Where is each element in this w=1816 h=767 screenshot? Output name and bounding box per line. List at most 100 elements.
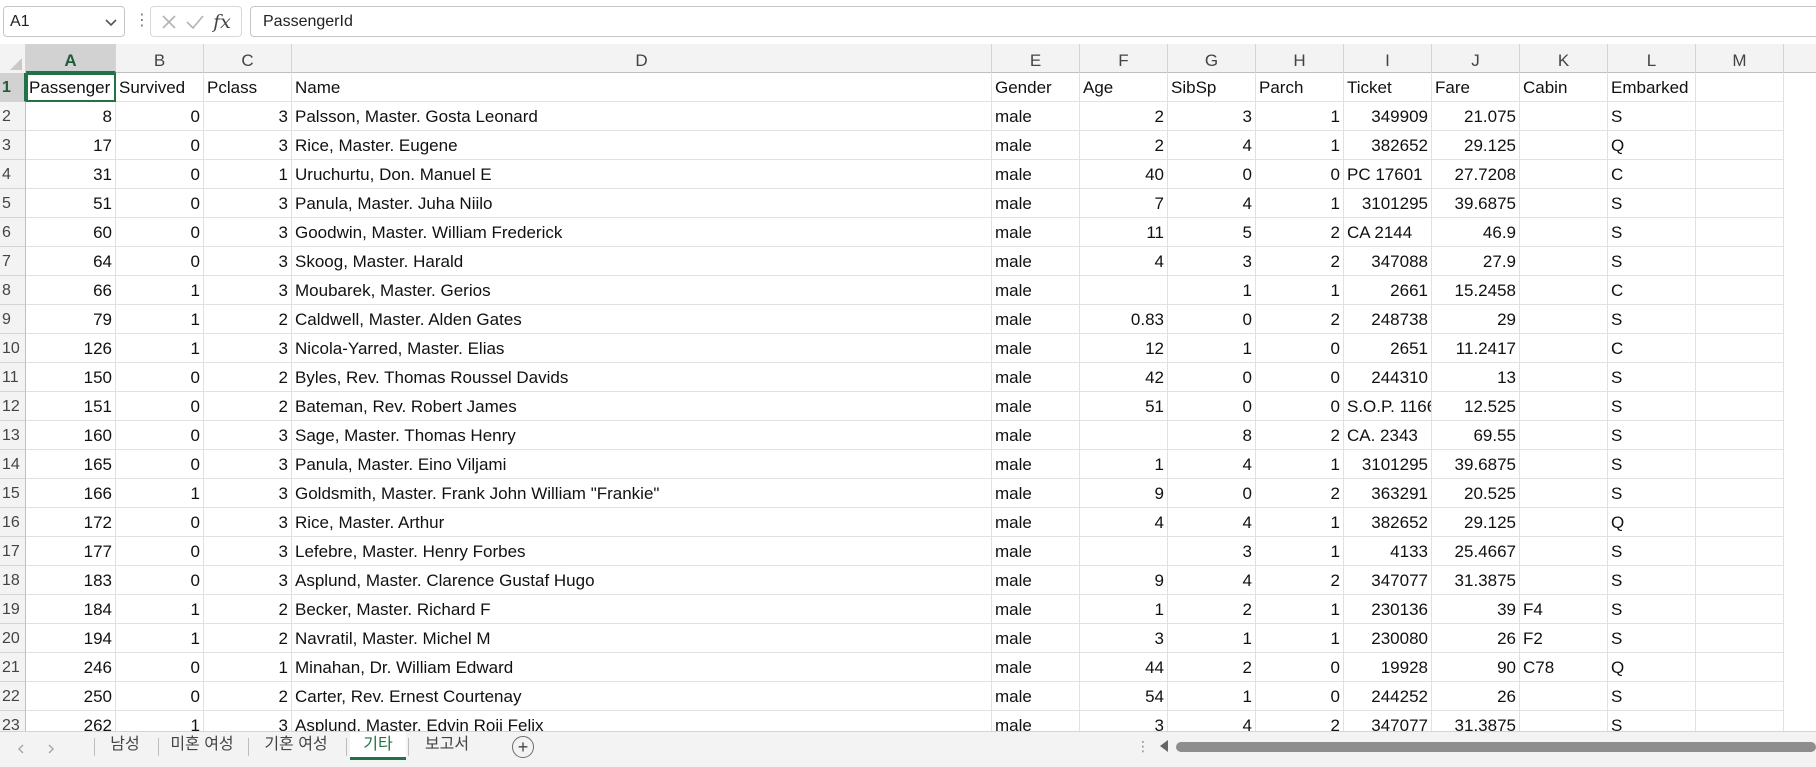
cell-e1[interactable]: Gender [992,73,1080,102]
cell-d18[interactable]: Asplund, Master. Clarence Gustaf Hugo [292,566,992,595]
cell-b7[interactable]: 0 [116,247,204,276]
cell-a22[interactable]: 250 [26,682,116,711]
cell-b16[interactable]: 0 [116,508,204,537]
cell-c1[interactable]: Pclass [204,73,292,102]
horizontal-scrollbar[interactable] [1176,742,1816,752]
cell-j21[interactable]: 90 [1432,653,1520,682]
row-header[interactable]: 4 [0,160,26,189]
cell-g13[interactable]: 8 [1168,421,1256,450]
cell-l22[interactable]: S [1608,682,1696,711]
scrollbar-grip-icon[interactable]: ⋮ [1136,738,1150,755]
cell-a16[interactable]: 172 [26,508,116,537]
cell-l16[interactable]: Q [1608,508,1696,537]
cell-d3[interactable]: Rice, Master. Eugene [292,131,992,160]
cell-h10[interactable]: 0 [1256,334,1344,363]
cell-h18[interactable]: 2 [1256,566,1344,595]
cell-l5[interactable]: S [1608,189,1696,218]
cell-l9[interactable]: S [1608,305,1696,334]
row-header[interactable]: 22 [0,682,26,711]
cell-h1[interactable]: Parch [1256,73,1344,102]
insert-function-icon[interactable]: fx [211,12,233,32]
cell-d22[interactable]: Carter, Rev. Ernest Courtenay [292,682,992,711]
cell-j12[interactable]: 12.525 [1432,392,1520,421]
cell-k21[interactable]: C78 [1520,653,1608,682]
cell-e9[interactable]: male [992,305,1080,334]
cell-j9[interactable]: 29 [1432,305,1520,334]
cell-i6[interactable]: CA 2144 [1344,218,1432,247]
cell-b20[interactable]: 1 [116,624,204,653]
row-header[interactable]: 8 [0,276,26,305]
cell-k10[interactable] [1520,334,1608,363]
cell-a21[interactable]: 246 [26,653,116,682]
cell-c12[interactable]: 2 [204,392,292,421]
cell-b17[interactable]: 0 [116,537,204,566]
cell-e23[interactable]: male [992,711,1080,731]
cell-d20[interactable]: Navratil, Master. Michel M [292,624,992,653]
cell-f12[interactable]: 51 [1080,392,1168,421]
cell-f7[interactable]: 4 [1080,247,1168,276]
add-sheet-button[interactable]: + [512,736,534,758]
cell-f18[interactable]: 9 [1080,566,1168,595]
row-header[interactable]: 18 [0,566,26,595]
cell-m18[interactable] [1696,566,1784,595]
cell-e3[interactable]: male [992,131,1080,160]
cell-k7[interactable] [1520,247,1608,276]
column-header-g[interactable]: G [1168,44,1256,73]
cell-i7[interactable]: 347088 [1344,247,1432,276]
cell-a8[interactable]: 66 [26,276,116,305]
cell-g2[interactable]: 3 [1168,102,1256,131]
cell-i2[interactable]: 349909 [1344,102,1432,131]
cell-c6[interactable]: 3 [204,218,292,247]
cell-d23[interactable]: Asplund, Master. Edvin Rojj Felix [292,711,992,731]
cell-d12[interactable]: Bateman, Rev. Robert James [292,392,992,421]
cell-e10[interactable]: male [992,334,1080,363]
cell-a18[interactable]: 183 [26,566,116,595]
cell-j10[interactable]: 11.2417 [1432,334,1520,363]
cell-f2[interactable]: 2 [1080,102,1168,131]
cell-m21[interactable] [1696,653,1784,682]
cell-l17[interactable]: S [1608,537,1696,566]
cell-g12[interactable]: 0 [1168,392,1256,421]
cell-j17[interactable]: 25.4667 [1432,537,1520,566]
cell-g5[interactable]: 4 [1168,189,1256,218]
sheet-tab[interactable]: 미혼 여성 [162,732,242,760]
cell-d9[interactable]: Caldwell, Master. Alden Gates [292,305,992,334]
cell-l1[interactable]: Embarked [1608,73,1696,102]
cell-j23[interactable]: 31.3875 [1432,711,1520,731]
cell-e15[interactable]: male [992,479,1080,508]
cell-f4[interactable]: 40 [1080,160,1168,189]
cell-d19[interactable]: Becker, Master. Richard F [292,595,992,624]
cell-g10[interactable]: 1 [1168,334,1256,363]
cell-d21[interactable]: Minahan, Dr. William Edward [292,653,992,682]
chevron-down-icon[interactable] [104,15,118,29]
cell-d15[interactable]: Goldsmith, Master. Frank John William "F… [292,479,992,508]
cell-m10[interactable] [1696,334,1784,363]
cell-f3[interactable]: 2 [1080,131,1168,160]
cell-c17[interactable]: 3 [204,537,292,566]
cell-h19[interactable]: 1 [1256,595,1344,624]
cell-f5[interactable]: 7 [1080,189,1168,218]
cell-b5[interactable]: 0 [116,189,204,218]
cell-k20[interactable]: F2 [1520,624,1608,653]
cell-c2[interactable]: 3 [204,102,292,131]
cell-a5[interactable]: 51 [26,189,116,218]
row-header[interactable]: 1 [0,73,26,102]
cell-l18[interactable]: S [1608,566,1696,595]
cell-a11[interactable]: 150 [26,363,116,392]
cell-c16[interactable]: 3 [204,508,292,537]
cell-a17[interactable]: 177 [26,537,116,566]
cell-k12[interactable] [1520,392,1608,421]
cell-a15[interactable]: 166 [26,479,116,508]
cell-d5[interactable]: Panula, Master. Juha Niilo [292,189,992,218]
cell-j7[interactable]: 27.9 [1432,247,1520,276]
cell-a7[interactable]: 64 [26,247,116,276]
cell-k3[interactable] [1520,131,1608,160]
cell-m15[interactable] [1696,479,1784,508]
cell-b3[interactable]: 0 [116,131,204,160]
cell-k18[interactable] [1520,566,1608,595]
cell-k16[interactable] [1520,508,1608,537]
cell-j11[interactable]: 13 [1432,363,1520,392]
cell-m6[interactable] [1696,218,1784,247]
column-header-a[interactable]: A [26,44,116,73]
cell-h3[interactable]: 1 [1256,131,1344,160]
